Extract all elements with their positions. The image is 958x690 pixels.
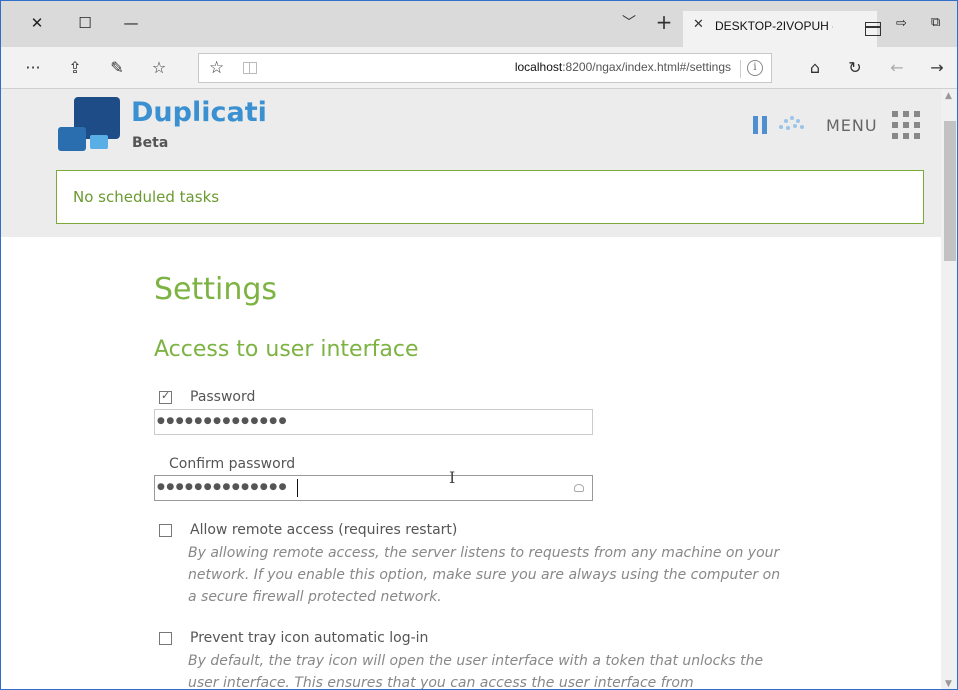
forward-icon[interactable]: → <box>925 56 949 80</box>
throttle-icon[interactable] <box>777 113 807 135</box>
title-bar: ✕ ☐ — ﹀ + ✕ DESKTOP-2IVOPUH - Dı ⇨ ⧉ <box>1 1 957 47</box>
page-title: Settings <box>154 272 278 307</box>
password-label: Password <box>190 389 256 405</box>
text-caret <box>297 479 298 497</box>
scroll-down-icon[interactable]: ▼ <box>945 679 952 689</box>
tabs-aside-icon[interactable]: ⧉ <box>931 15 949 31</box>
duplicati-logo[interactable] <box>58 97 120 155</box>
scheduled-tasks-notice: No scheduled tasks <box>56 170 924 224</box>
ink-icon[interactable]: ✎ <box>105 56 129 80</box>
address-bar[interactable]: ☆ localhost:8200/ngax/index.html#/settin… <box>198 53 772 83</box>
logo-square-small <box>90 135 108 149</box>
share-icon[interactable]: ⇪ <box>63 56 87 80</box>
tray-login-description: By default, the tray icon will open the … <box>188 653 764 690</box>
tray-login-checkbox[interactable] <box>159 632 172 645</box>
favorite-star-icon[interactable]: ☆ <box>209 58 224 78</box>
password-field[interactable]: ●●●●●●●●●●●●●● <box>154 409 593 435</box>
password-checkbox[interactable] <box>159 389 172 404</box>
pause-icon[interactable] <box>753 116 769 134</box>
remote-access-checkbox[interactable] <box>159 524 172 537</box>
page-scrollbar[interactable]: ▲ ▼ <box>941 89 957 689</box>
favorites-icon[interactable]: ☆ <box>147 56 171 80</box>
remote-access-description: By allowing remote access, the server li… <box>188 545 781 605</box>
tab-preview-icon[interactable] <box>865 22 881 36</box>
remote-access-label[interactable]: Allow remote access (requires restart) <box>190 522 457 538</box>
tab-duplicati[interactable]: ✕ DESKTOP-2IVOPUH - Dı <box>683 11 881 47</box>
app-header: Duplicati Beta MENU No scheduled tasks <box>1 89 941 237</box>
back-icon[interactable]: ← <box>885 56 909 80</box>
site-info-icon[interactable]: i <box>747 60 763 76</box>
more-icon[interactable]: ··· <box>21 56 45 80</box>
reading-view-icon[interactable] <box>243 62 257 74</box>
brand-subtitle: Beta <box>132 135 169 151</box>
browser-window: ✕ ☐ — ﹀ + ✕ DESKTOP-2IVOPUH - Dı ⇨ ⧉ ···… <box>0 0 958 690</box>
tab-title: DESKTOP-2IVOPUH - Dı <box>715 19 833 33</box>
tab-close-icon[interactable]: ✕ <box>693 17 704 32</box>
password-value: ●●●●●●●●●●●●●● <box>157 416 288 426</box>
minimize-window-icon[interactable]: — <box>119 13 143 33</box>
brand-name[interactable]: Duplicati <box>131 97 267 128</box>
refresh-icon[interactable]: ↻ <box>843 56 867 80</box>
scroll-thumb[interactable] <box>944 121 956 261</box>
confirm-password-field[interactable]: ●●●●●●●●●●●●●● <box>154 475 593 501</box>
menu-grid-icon[interactable] <box>892 111 920 139</box>
text-cursor-icon: I <box>449 468 456 487</box>
page-content: Duplicati Beta MENU No scheduled tasks S… <box>1 89 941 690</box>
notice-text: No scheduled tasks <box>73 188 220 206</box>
reveal-password-icon[interactable] <box>574 484 584 492</box>
scroll-up-icon[interactable]: ▲ <box>945 91 952 101</box>
url-path: :8200/ngax/index.html#/settings <box>562 60 731 74</box>
url-host: localhost <box>514 60 563 74</box>
home-icon[interactable]: ⌂ <box>803 56 827 80</box>
restore-window-icon[interactable]: ☐ <box>73 13 97 33</box>
address-divider <box>740 60 741 78</box>
tray-login-label[interactable]: Prevent tray icon automatic log-in <box>190 630 428 646</box>
logo-square-medium <box>58 127 86 151</box>
url-text[interactable]: localhost:8200/ngax/index.html#/settings <box>515 60 731 74</box>
navigation-bar: ··· ⇪ ✎ ☆ ☆ localhost:8200/ngax/index.ht… <box>1 47 957 89</box>
close-window-icon[interactable]: ✕ <box>25 13 49 33</box>
new-tab-icon[interactable]: + <box>652 11 676 33</box>
share-window-icon[interactable]: ⇨ <box>896 16 914 32</box>
confirm-password-value: ●●●●●●●●●●●●●● <box>157 482 288 492</box>
tab-list-chevron-icon[interactable]: ﹀ <box>617 13 641 33</box>
confirm-password-label: Confirm password <box>169 456 296 472</box>
menu-button[interactable]: MENU <box>826 116 878 135</box>
section-title: Access to user interface <box>154 337 419 362</box>
